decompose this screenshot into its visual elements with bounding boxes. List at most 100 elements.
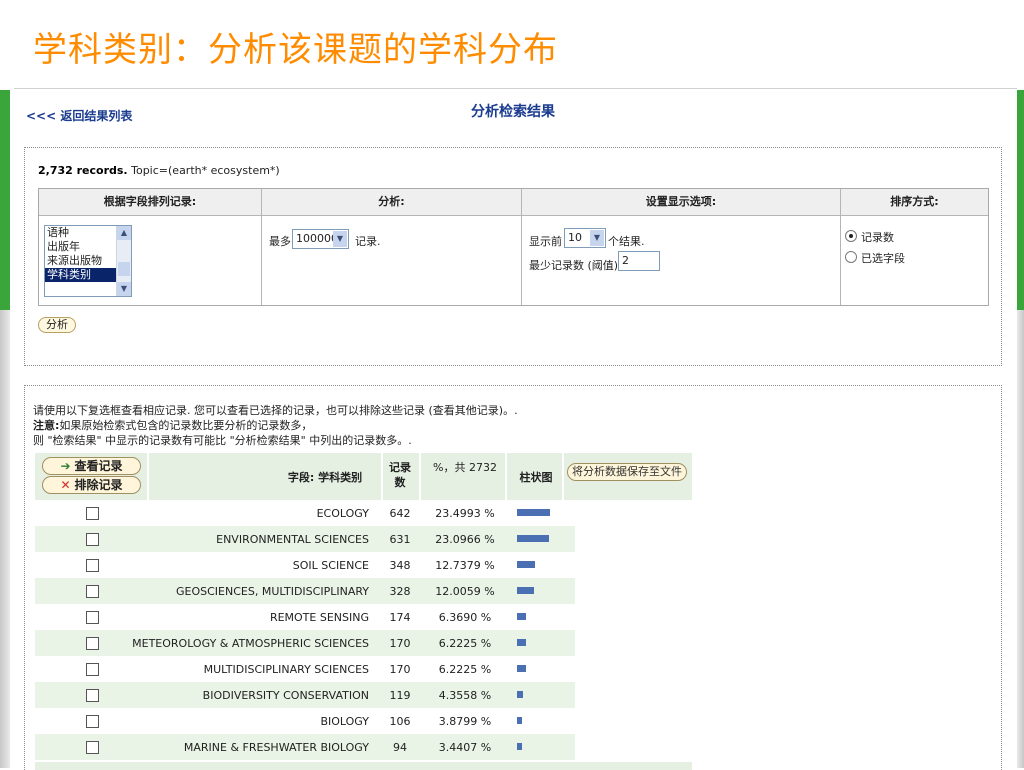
sort-by-field-radio[interactable] bbox=[845, 251, 857, 263]
field-listbox[interactable]: 语种 出版年 来源出版物 学科类别 ▲ ▼ bbox=[44, 225, 132, 297]
category-label: METEOROLOGY & ATMOSPHERIC SCIENCES bbox=[132, 637, 369, 650]
threshold-input[interactable]: 2 bbox=[618, 251, 660, 271]
view-records-button[interactable]: ➔ 查看记录 bbox=[42, 457, 141, 475]
analyze-limit-select[interactable]: 100000 ▼ bbox=[292, 229, 349, 249]
row-checkbox[interactable] bbox=[86, 585, 99, 598]
header-divider bbox=[562, 453, 564, 500]
field-option-selected[interactable]: 学科类别 bbox=[45, 268, 117, 282]
notice-line-2: 注意:如果原始检索式包含的记录数比要分析的记录数多， bbox=[33, 417, 312, 433]
histogram-bar bbox=[517, 613, 526, 620]
scroll-up-icon[interactable]: ▲ bbox=[117, 226, 131, 240]
category-label: BIODIVERSITY CONSERVATION bbox=[202, 689, 369, 702]
display-prefix: 显示前 bbox=[529, 235, 562, 248]
sort-option-label: 记录数 bbox=[861, 231, 894, 244]
divider bbox=[840, 189, 841, 305]
save-analysis-button[interactable]: 将分析数据保存至文件 bbox=[567, 463, 687, 481]
divider bbox=[521, 189, 522, 305]
scroll-down-icon[interactable]: ▼ bbox=[117, 282, 131, 296]
histogram-bar bbox=[517, 691, 523, 698]
display-count-select[interactable]: 10 ▼ bbox=[564, 228, 606, 248]
row-checkbox[interactable] bbox=[86, 507, 99, 520]
table-row: BIODIVERSITY CONSERVATION 119 4.3558 % bbox=[35, 682, 575, 708]
listbox-scrollbar[interactable]: ▲ ▼ bbox=[116, 226, 131, 296]
record-count: 631 bbox=[389, 533, 411, 546]
chevron-down-icon[interactable]: ▼ bbox=[333, 231, 347, 247]
row-checkbox[interactable] bbox=[86, 533, 99, 546]
table-bottom-strip bbox=[35, 762, 692, 770]
record-percent: 12.0059 % bbox=[435, 585, 495, 598]
records-query: Topic=(earth* ecosystem*) bbox=[127, 164, 280, 177]
row-checkbox[interactable] bbox=[86, 637, 99, 650]
col-header-analyze: 分析: bbox=[262, 189, 521, 216]
records-count: 2,732 records. bbox=[38, 164, 128, 177]
histogram-bar bbox=[517, 561, 535, 568]
header-divider bbox=[505, 453, 507, 500]
row-checkbox[interactable] bbox=[86, 663, 99, 676]
right-shadow-bar bbox=[1017, 310, 1024, 768]
category-label: MARINE & FRESHWATER BIOLOGY bbox=[183, 741, 369, 754]
histogram-bar bbox=[517, 639, 526, 646]
analysis-results-panel: 请使用以下复选框查看相应记录. 您可以查看已选择的记录，也可以排除这些记录 (查… bbox=[24, 385, 1002, 770]
category-label: REMOTE SENSING bbox=[269, 611, 369, 624]
header-divider bbox=[147, 453, 149, 500]
record-count: 170 bbox=[389, 637, 411, 650]
histogram-bar bbox=[517, 535, 549, 542]
record-percent: 6.3690 % bbox=[438, 611, 492, 624]
table-row: ECOLOGY 642 23.4993 % bbox=[35, 500, 575, 526]
col-header-display: 设置显示选项: bbox=[522, 189, 840, 216]
row-checkbox[interactable] bbox=[86, 559, 99, 572]
analyze-suffix: 记录. bbox=[355, 235, 381, 248]
category-label: GEOSCIENCES, MULTIDISCIPLINARY bbox=[176, 585, 369, 598]
analysis-screenshot: <<< 返回结果列表 分析检索结果 2,732 records. Topic=(… bbox=[14, 88, 1017, 770]
scroll-thumb[interactable] bbox=[118, 262, 130, 276]
exclude-records-button[interactable]: ✕ 排除记录 bbox=[42, 476, 141, 494]
exclude-records-label: 排除记录 bbox=[74, 478, 123, 492]
row-checkbox[interactable] bbox=[86, 611, 99, 624]
divider bbox=[261, 189, 262, 305]
display-suffix: 个结果. bbox=[608, 235, 645, 248]
count-column-header: 记录数 bbox=[389, 461, 411, 489]
histogram-bar bbox=[517, 743, 522, 750]
display-count-value: 10 bbox=[568, 231, 582, 244]
record-percent: 23.4993 % bbox=[435, 507, 495, 520]
histogram-bar bbox=[517, 717, 522, 724]
record-count: 328 bbox=[389, 585, 411, 598]
category-label: ECOLOGY bbox=[316, 507, 369, 520]
sort-by-count-radio[interactable] bbox=[845, 230, 857, 242]
field-option[interactable]: 来源出版物 bbox=[45, 254, 117, 268]
page-title: 分析检索结果 bbox=[471, 104, 555, 120]
record-count: 106 bbox=[389, 715, 411, 728]
bar-column-header: 柱状图 bbox=[519, 471, 553, 484]
table-row: METEOROLOGY & ATMOSPHERIC SCIENCES 170 6.2… bbox=[35, 630, 575, 656]
record-percent: 3.4407 % bbox=[438, 741, 492, 754]
options-table: 根据字段排列记录: 分析: 设置显示选项: 排序方式: 语种 出版年 来源出版物… bbox=[38, 188, 989, 306]
record-count: 94 bbox=[393, 741, 407, 754]
notice-bold: 注意: bbox=[33, 419, 60, 432]
analyze-limit-value: 100000 bbox=[296, 232, 338, 245]
row-checkbox[interactable] bbox=[86, 715, 99, 728]
notice-line-1: 请使用以下复选框查看相应记录. 您可以查看已选择的记录，也可以排除这些记录 (查… bbox=[33, 404, 518, 417]
histogram-bar bbox=[517, 587, 534, 594]
record-percent: 4.3558 % bbox=[438, 689, 492, 702]
sort-option-label: 已选字段 bbox=[861, 252, 905, 265]
chevron-down-icon[interactable]: ▼ bbox=[590, 230, 604, 246]
table-row: REMOTE SENSING 174 6.3690 % bbox=[35, 604, 575, 630]
field-option[interactable]: 语种 bbox=[45, 226, 117, 240]
histogram-bar bbox=[517, 665, 526, 672]
notice-line-3: 则 "检索结果" 中显示的记录数有可能比 "分析检索结果" 中列出的记录数多。. bbox=[33, 434, 412, 447]
record-count: 170 bbox=[389, 663, 411, 676]
field-option[interactable]: 出版年 bbox=[45, 240, 117, 254]
category-label: BIOLOGY bbox=[320, 715, 369, 728]
table-row: MULTIDISCIPLINARY SCIENCES 170 6.2225 % bbox=[35, 656, 575, 682]
histogram-bar bbox=[517, 509, 550, 516]
record-percent: 6.2225 % bbox=[438, 663, 492, 676]
analyze-button[interactable]: 分析 bbox=[38, 317, 76, 333]
records-summary: 2,732 records. Topic=(earth* ecosystem*) bbox=[38, 164, 280, 177]
analyze-prefix: 最多 bbox=[269, 235, 291, 248]
back-to-results-link[interactable]: <<< 返回结果列表 bbox=[26, 107, 132, 124]
table-row: GEOSCIENCES, MULTIDISCIPLINARY 328 12.0059… bbox=[35, 578, 575, 604]
record-percent: 12.7379 % bbox=[435, 559, 495, 572]
row-checkbox[interactable] bbox=[86, 741, 99, 754]
table-row: MARINE & FRESHWATER BIOLOGY 94 3.4407 % bbox=[35, 734, 575, 760]
row-checkbox[interactable] bbox=[86, 689, 99, 702]
